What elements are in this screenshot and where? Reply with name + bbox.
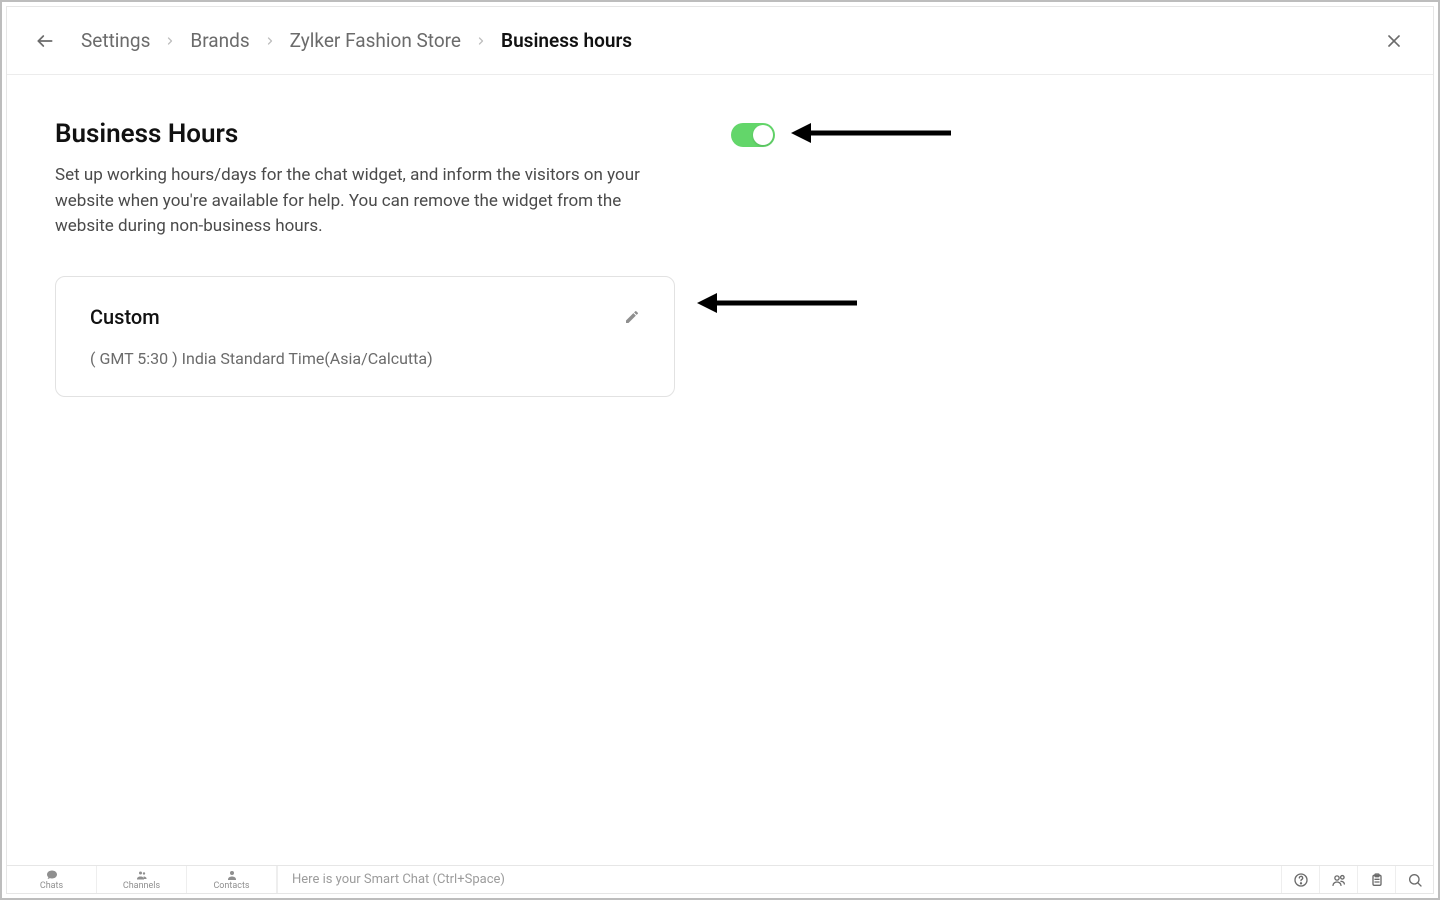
topbar: Settings Brands Zylker Fashion Store Bus… bbox=[7, 7, 1433, 75]
close-button[interactable] bbox=[1379, 26, 1409, 56]
channels-icon bbox=[136, 869, 148, 881]
bottom-nav-chats[interactable]: Chats bbox=[7, 866, 97, 893]
contacts-icon bbox=[226, 869, 238, 881]
clipboard-icon bbox=[1369, 872, 1385, 888]
help-icon bbox=[1293, 872, 1309, 888]
toggle-knob bbox=[753, 125, 773, 145]
people-button[interactable] bbox=[1319, 866, 1357, 893]
bottom-bar: Chats Channels Contacts Here is your Sma… bbox=[7, 865, 1433, 893]
breadcrumb-settings[interactable]: Settings bbox=[81, 29, 150, 52]
chevron-right-icon bbox=[475, 35, 487, 47]
schedule-card[interactable]: Custom ( GMT 5:30 ) India Standard Time(… bbox=[55, 276, 675, 397]
edit-button[interactable] bbox=[620, 305, 644, 329]
annotation-arrow bbox=[791, 121, 951, 149]
chat-icon bbox=[46, 869, 58, 881]
bottom-nav-label: Contacts bbox=[213, 882, 249, 891]
bottom-nav-channels[interactable]: Channels bbox=[97, 866, 187, 893]
clipboard-button[interactable] bbox=[1357, 866, 1395, 893]
close-icon bbox=[1384, 31, 1404, 51]
chevron-right-icon bbox=[164, 35, 176, 47]
breadcrumb-brand[interactable]: Zylker Fashion Store bbox=[290, 29, 461, 52]
content-area: Business Hours Set up working hours/days… bbox=[7, 75, 1433, 865]
schedule-card-timezone: ( GMT 5:30 ) India Standard Time(Asia/Ca… bbox=[90, 349, 644, 368]
arrow-left-icon bbox=[35, 31, 55, 51]
people-icon bbox=[1331, 872, 1347, 888]
help-button[interactable] bbox=[1281, 866, 1319, 893]
breadcrumb-current: Business hours bbox=[501, 29, 632, 52]
pencil-icon bbox=[624, 309, 640, 325]
page-title: Business Hours bbox=[55, 119, 645, 149]
bottom-nav-label: Chats bbox=[40, 882, 63, 891]
breadcrumb-brands[interactable]: Brands bbox=[190, 29, 249, 52]
bottom-nav-label: Channels bbox=[123, 882, 160, 891]
annotation-arrow bbox=[697, 291, 857, 319]
breadcrumb: Settings Brands Zylker Fashion Store Bus… bbox=[81, 29, 632, 52]
back-button[interactable] bbox=[31, 27, 59, 55]
page-description: Set up working hours/days for the chat w… bbox=[55, 163, 645, 240]
chevron-right-icon bbox=[264, 35, 276, 47]
bottom-nav-contacts[interactable]: Contacts bbox=[187, 866, 277, 893]
search-icon bbox=[1407, 872, 1423, 888]
search-button[interactable] bbox=[1395, 866, 1433, 893]
business-hours-toggle[interactable] bbox=[731, 123, 775, 147]
schedule-card-title: Custom bbox=[90, 305, 160, 329]
smart-chat-input[interactable]: Here is your Smart Chat (Ctrl+Space) bbox=[277, 866, 1281, 893]
